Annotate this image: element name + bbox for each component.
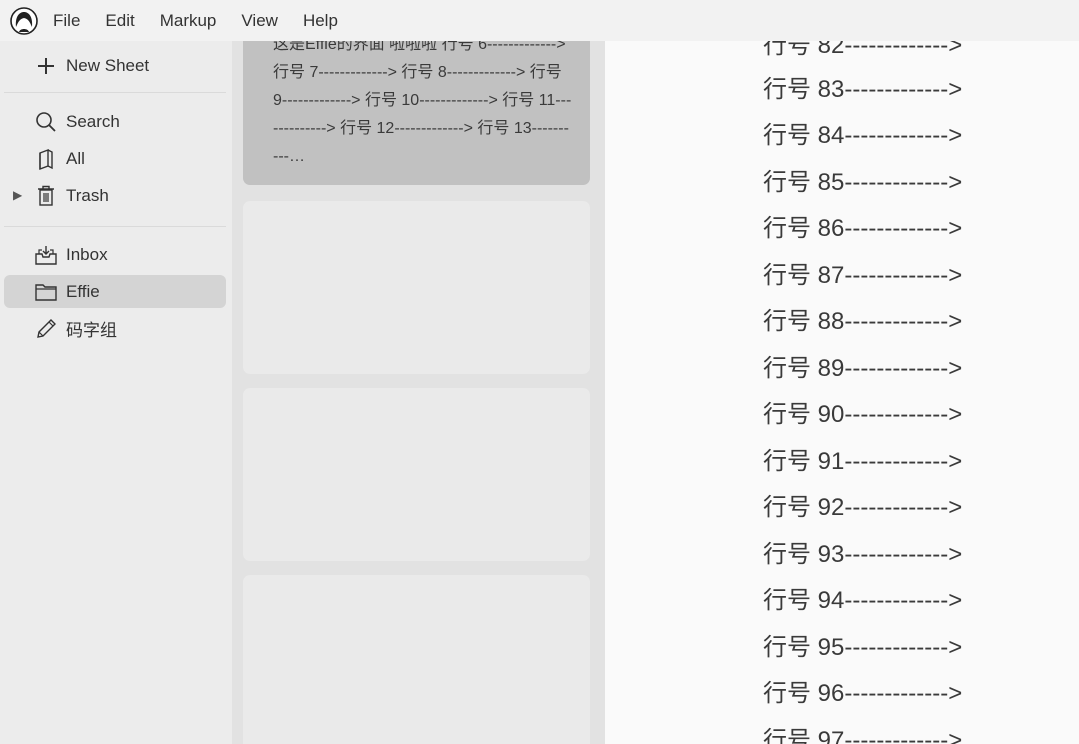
- folder-icon: [34, 280, 58, 304]
- sidebar-item-label: 码字组: [66, 321, 117, 340]
- new-sheet-label: New Sheet: [66, 55, 150, 75]
- menu-help[interactable]: Help: [303, 11, 338, 31]
- editor-line: 行号 84------------->: [763, 122, 963, 149]
- menu-bar: File Edit Markup View Help: [0, 0, 1079, 41]
- sidebar-divider: [4, 92, 226, 93]
- editor-line: 行号 91------------->: [763, 448, 963, 475]
- editor-line: 行号 89------------->: [763, 355, 963, 382]
- sidebar-item-label: Trash: [66, 185, 109, 205]
- editor-line: 行号 97------------->: [763, 727, 963, 744]
- sidebar-divider: [4, 226, 226, 227]
- editor-line: 行号 85------------->: [763, 169, 963, 196]
- editor-line: 行号 93------------->: [763, 541, 963, 568]
- sheet-list: 这是Effie的界面 啦啦啦 行号 6-------------> 行号 7--…: [232, 31, 605, 744]
- editor[interactable]: 行号 82-------------> 行号 83-------------> …: [605, 41, 1079, 744]
- sidebar-item-label: Effie: [66, 281, 100, 301]
- sheet-card[interactable]: [243, 575, 590, 744]
- editor-line: 行号 90------------->: [763, 401, 963, 428]
- sheet-card[interactable]: [243, 201, 590, 374]
- menu-edit[interactable]: Edit: [105, 11, 134, 31]
- disclosure-triangle-icon[interactable]: ▶: [13, 188, 22, 202]
- trash-icon: [34, 184, 58, 208]
- editor-line: 行号 92------------->: [763, 494, 963, 521]
- app-window: File Edit Markup View Help New Sheet Sea…: [0, 0, 1079, 744]
- library-icon: [34, 147, 58, 171]
- editor-line: 行号 88------------->: [763, 308, 963, 335]
- sidebar-item-label: All: [66, 148, 85, 168]
- new-sheet-button[interactable]: New Sheet: [4, 49, 226, 82]
- sidebar-item-label: Search: [66, 111, 120, 131]
- sidebar-item-group[interactable]: 码字组: [4, 312, 226, 345]
- menu-view[interactable]: View: [241, 11, 278, 31]
- search-icon: [34, 110, 58, 134]
- editor-line: 行号 94------------->: [763, 587, 963, 614]
- menu-markup[interactable]: Markup: [160, 11, 217, 31]
- sheet-card-active[interactable]: 这是Effie的界面 啦啦啦 行号 6-------------> 行号 7--…: [243, 31, 590, 185]
- sheet-card[interactable]: [243, 388, 590, 561]
- editor-line: 行号 83------------->: [763, 76, 963, 103]
- sidebar-item-all[interactable]: All: [4, 142, 226, 175]
- sheet-preview-text: 这是Effie的界面 啦啦啦 行号 6-------------> 行号 7--…: [273, 36, 572, 165]
- sidebar-item-effie[interactable]: Effie: [4, 275, 226, 308]
- sidebar: New Sheet Search All ▶ Trash Inbox Effie…: [0, 41, 232, 744]
- editor-line: 行号 87------------->: [763, 262, 963, 289]
- editor-line: 行号 95------------->: [763, 634, 963, 661]
- sidebar-item-inbox[interactable]: Inbox: [4, 238, 226, 271]
- editor-line: 行号 82------------->: [763, 41, 963, 59]
- editor-line: 行号 86------------->: [763, 215, 963, 242]
- sidebar-item-trash[interactable]: ▶ Trash: [4, 179, 226, 212]
- inbox-icon: [34, 243, 58, 267]
- plus-icon: [34, 54, 58, 78]
- sidebar-item-search[interactable]: Search: [4, 105, 226, 138]
- sidebar-item-label: Inbox: [66, 244, 108, 264]
- editor-line: 行号 96------------->: [763, 680, 963, 707]
- menu-file[interactable]: File: [53, 11, 80, 31]
- pencil-icon: [34, 317, 58, 341]
- app-logo-icon[interactable]: [9, 6, 39, 36]
